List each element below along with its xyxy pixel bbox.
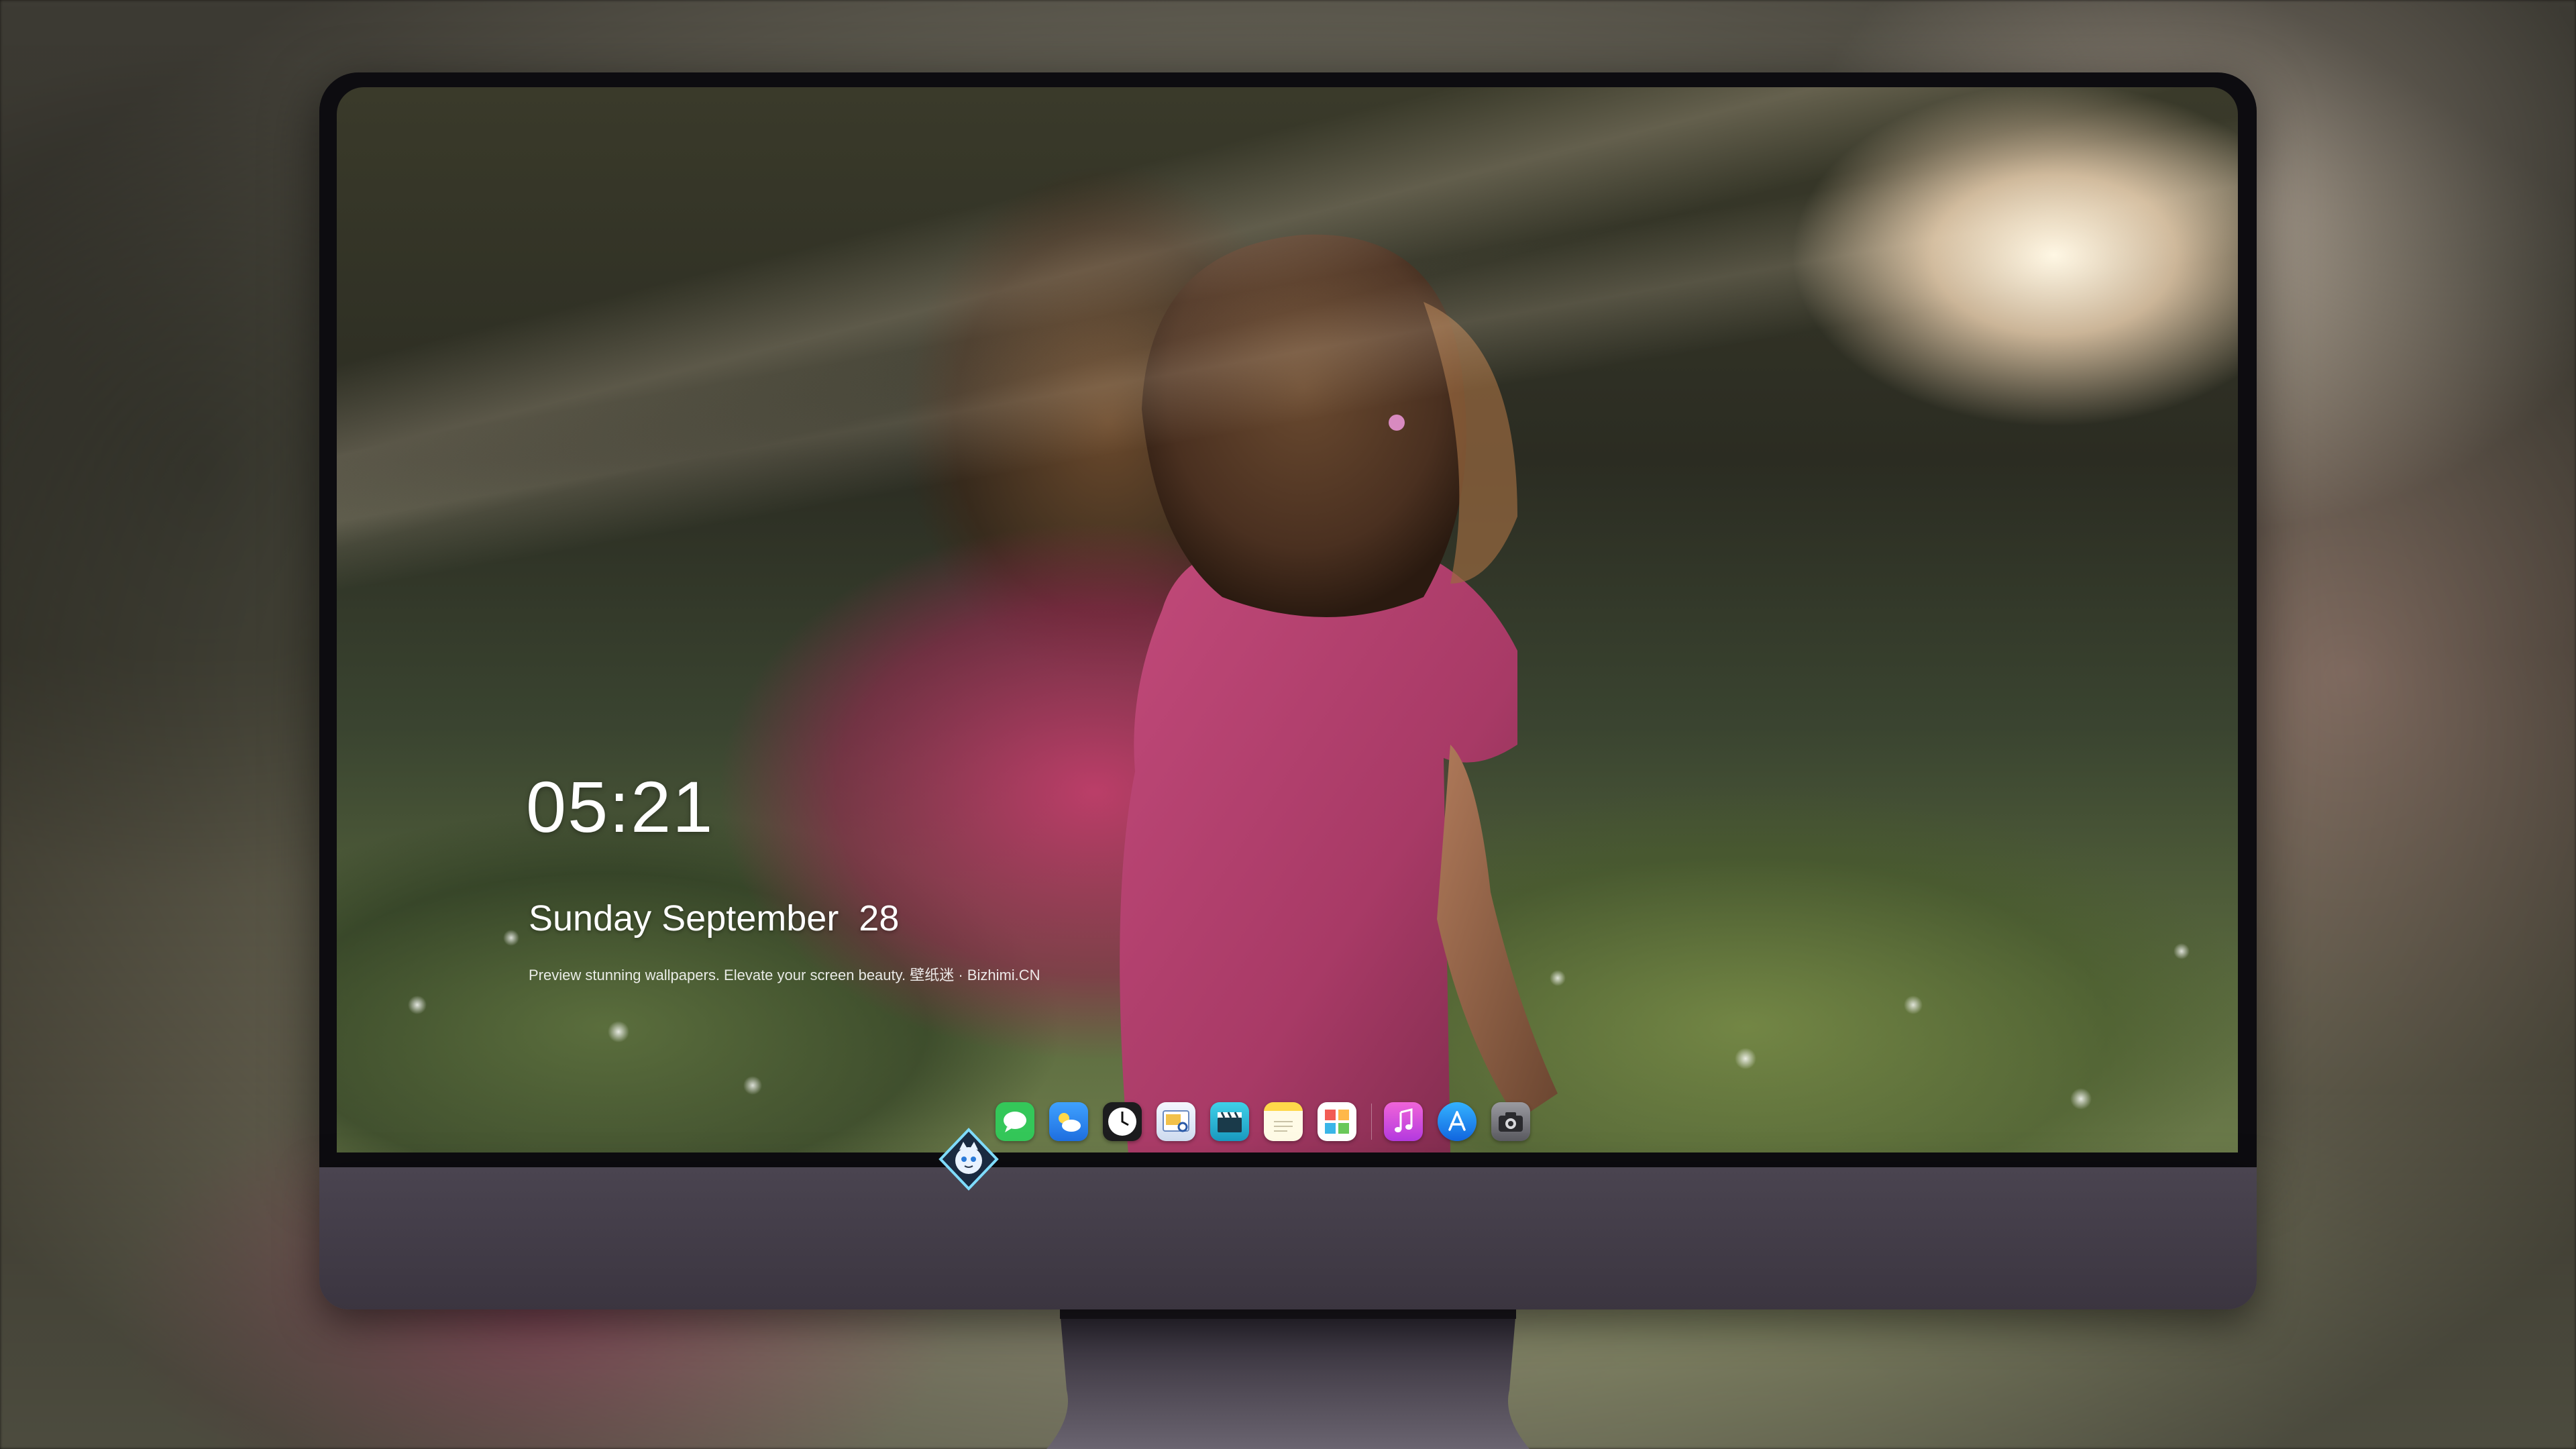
dock: [996, 1096, 1640, 1147]
music-app[interactable]: [1384, 1102, 1423, 1141]
lock-screen[interactable]: 05:21 Sunday September 28 Preview stunni…: [337, 87, 2238, 1152]
notes-icon: [1274, 1121, 1293, 1132]
preview-icon: [1163, 1110, 1189, 1132]
photos-app[interactable]: [1318, 1102, 1356, 1141]
wallpaper-girl: [1120, 234, 1558, 1152]
clock-icon: [1108, 1108, 1136, 1136]
video-app[interactable]: [1210, 1102, 1249, 1141]
clapperboard-icon: [1218, 1112, 1242, 1132]
app-store-app[interactable]: [1438, 1102, 1477, 1141]
brand-logo-icon: [938, 1128, 999, 1191]
weather-icon: [1059, 1113, 1081, 1132]
messages-app[interactable]: [996, 1102, 1034, 1141]
preview-app[interactable]: [1157, 1102, 1195, 1141]
notes-app[interactable]: [1264, 1102, 1303, 1141]
lockscreen-time: 05:21: [526, 766, 714, 847]
photos-icon: [1325, 1110, 1349, 1134]
monitor-stand: [1046, 1309, 1529, 1449]
dock-separator: [1371, 1104, 1372, 1140]
monitor-bezel: 05:21 Sunday September 28 Preview stunni…: [319, 72, 2257, 1167]
monitor-chin: [319, 1167, 2257, 1309]
message-icon: [1004, 1112, 1026, 1132]
camera-icon: [1499, 1112, 1523, 1132]
music-note-icon: [1395, 1108, 1413, 1132]
lockscreen-date: Sunday September 28: [529, 898, 900, 938]
weather-app[interactable]: [1049, 1102, 1088, 1141]
camera-app[interactable]: [1491, 1102, 1530, 1141]
lockscreen-tagline: Preview stunning wallpapers. Elevate you…: [529, 967, 1040, 983]
clock-app[interactable]: [1103, 1102, 1142, 1141]
monitor: 05:21 Sunday September 28 Preview stunni…: [319, 72, 2257, 1309]
app-store-icon: [1448, 1111, 1466, 1131]
